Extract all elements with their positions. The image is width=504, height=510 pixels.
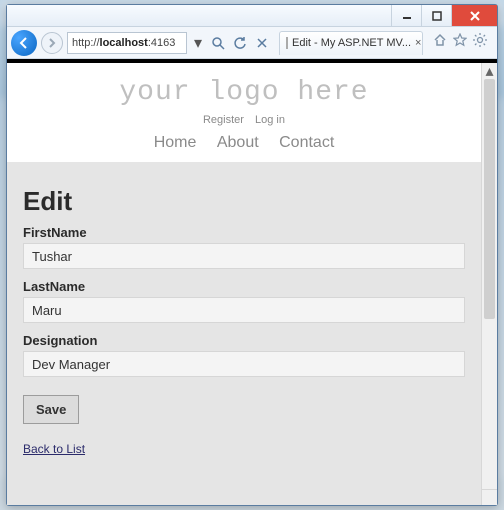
firstname-input[interactable] xyxy=(23,243,465,269)
page-title: Edit xyxy=(23,186,465,217)
minimize-button[interactable] xyxy=(391,5,421,26)
viewport: your logo here Register Log in Home Abou… xyxy=(7,59,497,505)
toolbar-right xyxy=(427,33,493,52)
maximize-button[interactable] xyxy=(421,5,451,26)
home-icon[interactable] xyxy=(433,33,447,52)
lastname-label: LastName xyxy=(23,279,465,294)
designation-label: Designation xyxy=(23,333,465,348)
site-header: your logo here Register Log in Home Abou… xyxy=(7,63,481,162)
scroll-up-icon[interactable]: ▴ xyxy=(482,63,497,79)
url-host: localhost xyxy=(100,37,148,49)
tab-close-icon[interactable]: × xyxy=(415,37,421,49)
address-bar[interactable]: http://localhost:4163 xyxy=(67,32,187,54)
tools-icon[interactable] xyxy=(473,33,487,52)
url-port: :4163 xyxy=(148,37,176,49)
page: your logo here Register Log in Home Abou… xyxy=(7,63,481,505)
save-button[interactable]: Save xyxy=(23,395,79,424)
back-button[interactable] xyxy=(11,30,37,56)
lastname-input[interactable] xyxy=(23,297,465,323)
tab-title: Edit - My ASP.NET MV... xyxy=(292,37,411,49)
nav-home[interactable]: Home xyxy=(154,134,197,151)
nav-contact[interactable]: Contact xyxy=(279,134,334,151)
designation-input[interactable] xyxy=(23,351,465,377)
register-link[interactable]: Register xyxy=(203,114,244,126)
auth-links: Register Log in xyxy=(7,114,481,126)
login-link[interactable]: Log in xyxy=(255,114,285,126)
browser-window: http://localhost:4163 ▾ Edit - My ASP.NE… xyxy=(6,4,498,506)
logo[interactable]: your logo here xyxy=(7,77,481,108)
close-button[interactable] xyxy=(451,5,497,26)
nav-about[interactable]: About xyxy=(217,134,259,151)
url-scheme: http:// xyxy=(72,37,100,49)
back-to-list-link[interactable]: Back to List xyxy=(23,442,85,456)
favicon-icon xyxy=(286,37,288,49)
stop-icon[interactable] xyxy=(253,34,271,52)
main-nav: Home About Contact xyxy=(7,134,481,152)
refresh-icon[interactable] xyxy=(231,34,249,52)
window-titlebar xyxy=(7,5,497,27)
forward-button[interactable] xyxy=(41,32,63,54)
firstname-label: FirstName xyxy=(23,225,465,240)
scroll-thumb[interactable] xyxy=(484,79,495,319)
resize-grip[interactable] xyxy=(481,489,497,505)
browser-toolbar: http://localhost:4163 ▾ Edit - My ASP.NE… xyxy=(7,27,497,59)
page-body: Edit FirstName LastName Designation Save… xyxy=(7,162,481,472)
address-dropdown-icon[interactable]: ▾ xyxy=(191,33,205,53)
favorites-icon[interactable] xyxy=(453,33,467,52)
browser-tab[interactable]: Edit - My ASP.NET MV... × xyxy=(279,31,423,55)
search-icon[interactable] xyxy=(209,34,227,52)
vertical-scrollbar[interactable]: ▴ ▾ xyxy=(481,63,497,505)
scroll-track[interactable] xyxy=(482,79,497,489)
